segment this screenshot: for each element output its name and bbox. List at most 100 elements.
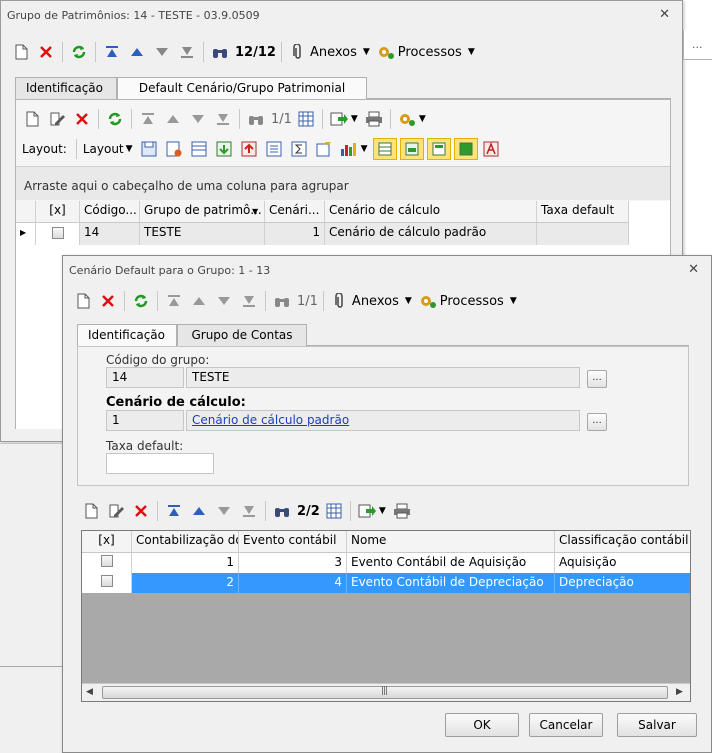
codigo-field[interactable]: 14 — [106, 367, 184, 388]
process-gears-icon[interactable] — [376, 42, 396, 62]
delete-icon[interactable] — [131, 501, 151, 521]
calendar-grid-icon[interactable] — [296, 109, 316, 129]
grid-column-header[interactable]: Nome — [347, 531, 555, 553]
close-icon[interactable]: ✕ — [688, 262, 699, 277]
chevron-down-icon[interactable]: ▼ — [405, 296, 412, 306]
anexos-button[interactable]: Anexos — [310, 45, 357, 60]
layout-menu-button[interactable]: Layout — [83, 142, 124, 156]
grid-cell[interactable]: 4 — [239, 573, 347, 593]
process-gears-icon[interactable] — [397, 109, 417, 129]
grid-column-header[interactable]: Classificação contábil — [555, 531, 690, 553]
new-document-icon[interactable] — [11, 42, 31, 62]
previous-record-icon[interactable] — [163, 109, 183, 129]
first-record-icon[interactable] — [102, 42, 122, 62]
grid-column-header[interactable]: Cenário de cálculo — [325, 201, 537, 223]
layout-sum-icon[interactable] — [289, 139, 309, 159]
new-document-icon[interactable] — [22, 109, 42, 129]
row-checkbox[interactable] — [82, 553, 132, 573]
new-document-icon[interactable] — [81, 501, 101, 521]
first-record-icon[interactable] — [164, 501, 184, 521]
tab-identificacao[interactable]: Identificação — [77, 324, 177, 347]
chevron-down-icon[interactable]: ▼ — [126, 144, 133, 154]
refresh-icon[interactable] — [131, 291, 151, 311]
binoculars-icon[interactable] — [210, 42, 230, 62]
chevron-down-icon[interactable]: ▼ — [351, 114, 358, 124]
chevron-down-icon[interactable]: ▼ — [361, 144, 368, 154]
last-record-icon[interactable] — [213, 109, 233, 129]
edit-icon[interactable] — [47, 109, 67, 129]
delete-icon[interactable] — [98, 291, 118, 311]
cenario-name-field[interactable]: Cenário de cálculo padrão — [186, 410, 580, 431]
horizontal-scrollbar[interactable]: ◀ ||| ▶ — [82, 683, 690, 701]
row-checkbox[interactable] — [36, 223, 80, 245]
grid-column-header[interactable]: Contabilização do — [132, 531, 239, 553]
grid-column-header[interactable]: Código... — [80, 201, 140, 223]
refresh-icon[interactable] — [105, 109, 125, 129]
cenario-lookup-button[interactable]: ... — [587, 413, 607, 431]
process-gears-icon[interactable] — [418, 291, 438, 311]
chart-icon[interactable] — [339, 139, 359, 159]
checkbox-icon[interactable] — [51, 227, 64, 239]
view-list-icon[interactable] — [454, 138, 479, 160]
grupo-name-field[interactable]: TESTE — [186, 367, 580, 388]
cenario-link[interactable]: Cenário de cálculo padrão — [192, 413, 349, 427]
grid-cell[interactable]: Evento Contábil de Depreciação — [347, 573, 555, 593]
printer-icon[interactable] — [392, 501, 412, 521]
layout-filter-icon[interactable] — [314, 139, 334, 159]
grid-column-header[interactable]: Grupo de patrimô... — [140, 201, 265, 223]
group-by-area[interactable]: Arraste aqui o cabeçalho de uma coluna p… — [16, 166, 670, 200]
export-icon[interactable] — [329, 109, 349, 129]
previous-record-icon[interactable] — [189, 501, 209, 521]
grid-cell[interactable]: TESTE — [140, 223, 265, 245]
scroll-left-icon[interactable]: ◀ — [86, 687, 93, 697]
grid-cell[interactable]: Aquisição — [555, 553, 690, 573]
chevron-down-icon[interactable]: ▼ — [363, 47, 370, 57]
save-button[interactable]: Salvar — [617, 713, 697, 737]
previous-record-icon[interactable] — [127, 42, 147, 62]
row-checkbox[interactable] — [82, 573, 132, 593]
processos-button[interactable]: Processos — [398, 45, 462, 60]
grid-column-header[interactable]: Taxa default — [537, 201, 629, 223]
grid-column-header[interactable]: [x] — [36, 201, 80, 223]
binoculars-icon[interactable] — [272, 291, 292, 311]
grid-column-header[interactable]: [x] — [82, 531, 132, 553]
grid-cell[interactable]: 1 — [132, 553, 239, 573]
chevron-down-icon[interactable]: ▼ — [419, 114, 426, 124]
close-icon[interactable]: ✕ — [659, 7, 670, 22]
layout-columns-icon[interactable] — [189, 139, 209, 159]
chevron-down-icon[interactable]: ▼ — [510, 296, 517, 306]
paperclip-icon[interactable] — [330, 291, 350, 311]
grid-cell[interactable] — [537, 223, 629, 245]
anexos-button[interactable]: Anexos — [352, 294, 399, 309]
export-icon[interactable] — [357, 501, 377, 521]
grid-cell[interactable]: Depreciação — [555, 573, 690, 593]
codigo-lookup-button[interactable]: ... — [587, 370, 607, 388]
last-record-icon[interactable] — [177, 42, 197, 62]
view-grid-icon[interactable] — [373, 138, 398, 160]
layout-delete-icon[interactable] — [164, 139, 184, 159]
delete-icon[interactable] — [72, 109, 92, 129]
filter-dropdown-icon[interactable]: ▼ — [252, 207, 258, 216]
grid-cell[interactable]: Evento Contábil de Aquisição — [347, 553, 555, 573]
first-record-icon[interactable] — [164, 291, 184, 311]
scroll-right-icon[interactable]: ▶ — [676, 687, 683, 697]
view-form-icon[interactable] — [427, 138, 452, 160]
checkbox-icon[interactable] — [100, 555, 113, 567]
taxa-input[interactable] — [106, 453, 214, 474]
table-row-selected[interactable]: 2 4 Evento Contábil de Depreciação Depre… — [82, 573, 690, 593]
edit-icon[interactable] — [106, 501, 126, 521]
table-row[interactable]: 1 3 Evento Contábil de Aquisição Aquisiç… — [82, 553, 690, 573]
checkbox-icon[interactable] — [100, 575, 113, 587]
grid-cell[interactable]: 14 — [80, 223, 140, 245]
tab-identificacao[interactable]: Identificação — [15, 77, 117, 99]
processos-button[interactable]: Processos — [440, 294, 504, 309]
calendar-grid-icon[interactable] — [324, 501, 344, 521]
delete-icon[interactable] — [36, 42, 56, 62]
tab-default-cenario[interactable]: Default Cenário/Grupo Patrimonial — [117, 77, 367, 100]
next-record-icon[interactable] — [214, 291, 234, 311]
grid-column-header[interactable]: Cenári... — [265, 201, 325, 223]
layout-expand-icon[interactable] — [214, 139, 234, 159]
next-record-icon[interactable] — [214, 501, 234, 521]
chevron-down-icon[interactable]: ▼ — [468, 47, 475, 57]
layout-save-icon[interactable] — [139, 139, 159, 159]
